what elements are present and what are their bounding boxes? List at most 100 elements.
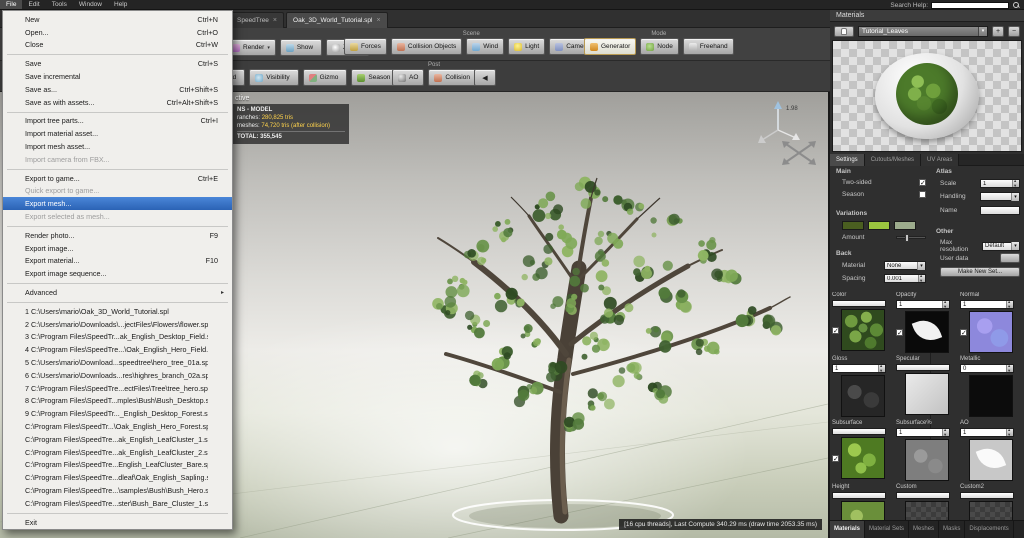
material-map-swatch[interactable] xyxy=(905,501,949,520)
toolbar-button[interactable]: Forces xyxy=(344,38,387,55)
material-map-value-control[interactable] xyxy=(896,364,950,371)
menu-item[interactable]: Save Ctrl+S xyxy=(3,57,232,70)
menu-item[interactable]: 7 C:\Program Files\SpeedTre...ectFiles\T… xyxy=(3,382,232,395)
toolbar-button[interactable]: Generator xyxy=(584,38,636,55)
menu-item[interactable]: 3 C:\Program Files\SpeedTr...ak_English_… xyxy=(3,331,232,344)
menu-item[interactable]: 8 C:\Program Files\SpeedT...mples\Bush\B… xyxy=(3,395,232,408)
make-new-set-button[interactable]: Make New Set... xyxy=(940,267,1020,277)
menu-item[interactable]: Import tree parts... Ctrl+I xyxy=(3,115,232,128)
material-settings-tab[interactable]: UV Areas xyxy=(921,154,959,166)
material-map-swatch[interactable] xyxy=(969,375,1013,417)
material-map-swatch[interactable] xyxy=(969,501,1013,520)
menu-item[interactable]: Import mesh asset... xyxy=(3,140,232,153)
toolbar-button[interactable]: Render ▾ xyxy=(226,39,276,56)
material-map-value-control[interactable] xyxy=(832,428,886,435)
material-map-value-control[interactable]: 1 xyxy=(896,300,950,309)
variation-color-swatch[interactable] xyxy=(868,221,890,230)
season-checkbox[interactable] xyxy=(919,191,926,198)
max-resolution-dropdown[interactable]: Default ▾ xyxy=(982,242,1020,251)
menu-item[interactable]: Import camera from FBX... xyxy=(3,153,232,166)
menu-item[interactable]: C:\Program Files\SpeedTre...dleaf\Oak_En… xyxy=(3,471,232,484)
material-map-value-control[interactable]: 1 xyxy=(896,428,950,437)
menu-item[interactable]: 6 C:\Users\mario\Downloads...res\highres… xyxy=(3,369,232,382)
material-preview[interactable] xyxy=(832,40,1022,152)
slider-thumb[interactable] xyxy=(905,234,909,242)
menu-item[interactable]: Save incremental xyxy=(3,70,232,83)
add-material-button[interactable]: + xyxy=(992,26,1004,37)
menu-item[interactable]: Save as... Ctrl+Shift+S xyxy=(3,83,232,96)
menu-item[interactable]: Export material... F10 xyxy=(3,255,232,268)
material-map-value-control[interactable] xyxy=(832,492,886,499)
back-button[interactable]: ◀ xyxy=(474,69,496,86)
panel-bottom-tab[interactable]: Materials xyxy=(830,521,865,538)
material-map-swatch[interactable] xyxy=(905,439,949,481)
material-settings-tab[interactable]: Cutouts/Meshes xyxy=(865,154,921,166)
menu-item[interactable]: Advanced ▸ xyxy=(3,286,232,299)
material-map-swatch[interactable] xyxy=(841,375,885,417)
spinner-arrows-icon[interactable] xyxy=(878,365,885,372)
tab-close-icon[interactable]: × xyxy=(273,17,277,24)
panel-bottom-tab[interactable]: Displacements xyxy=(965,521,1013,538)
menubar-item[interactable]: Edit xyxy=(22,0,45,9)
move-gizmo-icon[interactable] xyxy=(778,136,822,172)
menu-item[interactable]: Save as with assets... Ctrl+Alt+Shift+S xyxy=(3,96,232,109)
spinner-arrows-icon[interactable] xyxy=(942,301,949,308)
menubar-item[interactable]: Help xyxy=(108,0,133,9)
toolbar-button[interactable]: Light xyxy=(508,38,545,55)
variation-color-swatch[interactable] xyxy=(894,221,916,230)
toolbar-button[interactable]: Gizmo xyxy=(303,69,348,86)
toolbar-button[interactable]: Visibility xyxy=(249,69,298,86)
material-map-swatch[interactable] xyxy=(841,309,885,351)
material-map-value-control[interactable] xyxy=(832,300,886,307)
document-tab[interactable]: Oak_3D_World_Tutorial.spl × xyxy=(286,12,388,28)
material-map-checkbox[interactable] xyxy=(896,329,903,336)
material-select-dropdown[interactable]: Tutorial_Leaves ▾ xyxy=(858,26,988,37)
search-icon[interactable] xyxy=(1012,1,1020,9)
menu-item[interactable]: Export image sequence... xyxy=(3,267,232,280)
spinner-arrows-icon[interactable] xyxy=(942,429,949,436)
material-map-value-control[interactable]: 1 xyxy=(960,300,1014,309)
menu-item[interactable]: Open... Ctrl+O xyxy=(3,26,232,39)
material-map-swatch[interactable] xyxy=(905,373,949,415)
toolbar-button[interactable]: Show xyxy=(280,39,322,56)
menu-item[interactable]: C:\Program Files\SpeedTre...\samples\Bus… xyxy=(3,484,232,497)
menubar-item[interactable]: Tools xyxy=(46,0,73,9)
menu-item[interactable]: Export to game... Ctrl+E xyxy=(3,172,232,185)
menu-item[interactable]: C:\Program Files\SpeedTr...\Oak_English_… xyxy=(3,420,232,433)
menu-item[interactable]: Exit xyxy=(3,516,232,529)
material-map-checkbox[interactable] xyxy=(960,329,967,336)
remove-material-button[interactable]: − xyxy=(1008,26,1020,37)
menu-item[interactable]: C:\Program Files\SpeedTre...ster\Bush_Ba… xyxy=(3,497,232,510)
spinner-arrows-icon[interactable] xyxy=(1006,301,1013,308)
amount-slider[interactable] xyxy=(896,236,926,239)
scale-spinner[interactable]: 1 xyxy=(980,179,1020,188)
tab-close-icon[interactable]: × xyxy=(377,17,381,24)
menu-item[interactable]: Export image... xyxy=(3,242,232,255)
spinner-arrows-icon[interactable] xyxy=(1012,180,1019,187)
menu-item[interactable]: C:\Program Files\SpeedTre...ak_English_L… xyxy=(3,446,232,459)
menu-item[interactable]: Export selected as mesh... xyxy=(3,210,232,223)
material-map-checkbox[interactable] xyxy=(832,327,839,334)
menu-item[interactable]: 5 C:\Users\mario\Download...speedtree\he… xyxy=(3,356,232,369)
menu-item[interactable]: 1 C:\Users\mario\Oak_3D_World_Tutorial.s… xyxy=(3,305,232,318)
menu-item[interactable]: Render photo... F9 xyxy=(3,229,232,242)
material-map-value-control[interactable] xyxy=(896,492,950,499)
material-map-value-control[interactable]: 0 xyxy=(960,364,1014,373)
spinner-arrows-icon[interactable] xyxy=(1006,429,1013,436)
material-map-checkbox[interactable] xyxy=(832,455,839,462)
name-field[interactable] xyxy=(980,206,1020,215)
menu-item[interactable]: Quick export to game... xyxy=(3,185,232,198)
user-data-button[interactable] xyxy=(1000,253,1020,263)
spacing-spinner[interactable]: 0.001 xyxy=(884,274,926,283)
toolbar-button[interactable]: Collision xyxy=(428,69,476,86)
pan-tool-button[interactable] xyxy=(834,26,854,37)
menu-item[interactable]: Import material asset... xyxy=(3,127,232,140)
menu-item[interactable]: 9 C:\Program Files\SpeedTr..._English_De… xyxy=(3,407,232,420)
menubar-item[interactable]: Window xyxy=(73,0,108,9)
material-map-swatch[interactable] xyxy=(841,501,885,520)
material-settings-tab[interactable]: Settings xyxy=(830,154,865,166)
menu-item[interactable]: 4 C:\Program Files\SpeedTre...\Oak_Engli… xyxy=(3,343,232,356)
material-map-swatch[interactable] xyxy=(841,437,885,479)
two-sided-checkbox[interactable] xyxy=(919,179,926,186)
menu-item[interactable]: Export mesh... xyxy=(3,197,232,210)
